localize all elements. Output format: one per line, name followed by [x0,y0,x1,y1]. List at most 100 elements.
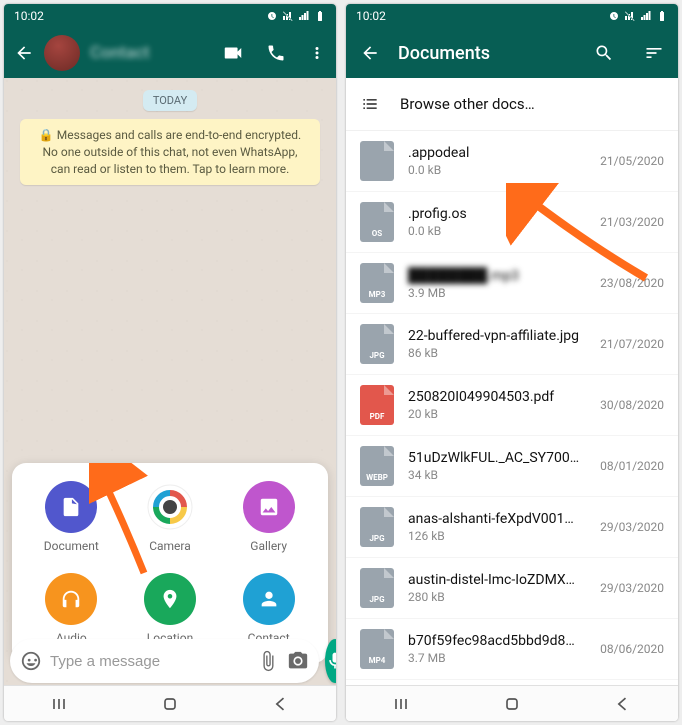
back-button[interactable] [360,43,380,63]
file-meta: 250820I049904503.pdf 20 kB [408,389,580,421]
file-name: .profig.os [408,206,580,222]
message-input-bar [10,639,330,683]
file-date: 21/03/2020 [600,215,664,229]
file-size: 20 kB [408,407,580,421]
attach-gallery[interactable]: Gallery [219,481,318,553]
attach-camera-label: Camera [149,539,191,553]
file-row[interactable]: OS .profig.os 0.0 kB 21/03/2020 [346,192,678,253]
file-size: 3.9 MB [408,286,580,300]
person-icon [258,588,280,610]
file-date: 21/05/2020 [600,154,664,168]
file-date: 30/08/2020 [600,398,664,412]
alarm-icon [266,10,278,22]
home-button[interactable] [160,694,180,714]
attachment-sheet: Document Camera Gallery Audio Location C… [12,463,328,663]
file-name: .appodeal [408,145,580,161]
recents-button[interactable] [391,694,411,714]
alarm-icon [608,10,620,22]
date-pill: TODAY [143,90,197,111]
signal-off-icon [624,10,636,22]
file-size: 34 kB [408,468,580,482]
sort-icon [644,43,664,63]
file-size: 0.0 kB [408,163,580,177]
attach-document-label: Document [44,539,99,553]
avatar[interactable] [44,35,80,71]
video-icon [222,42,244,64]
attach-camera[interactable]: Camera [121,481,220,553]
headphones-icon [60,588,82,610]
signal-icon [640,10,652,22]
file-date: 29/03/2020 [600,581,664,595]
file-meta: austin-distel-Imc-IoZDMXc-unsplash.jpg 2… [408,572,580,604]
file-type-icon: JPG [360,507,394,547]
file-meta: anas-alshanti-feXpdV001o4-unsplash.j… 12… [408,511,580,543]
chat-header: Contact [4,28,336,78]
file-row[interactable]: MP3 ████████.mp3 3.9 MB 23/08/2020 [346,253,678,314]
file-date: 08/01/2020 [600,459,664,473]
camera-small-icon[interactable] [287,650,309,672]
encryption-notice[interactable]: 🔒 Messages and calls are end-to-end encr… [20,119,320,185]
file-size: 3.7 MB [408,651,580,665]
status-bar: 10:02 [4,4,336,28]
location-icon [159,588,181,610]
status-time: 10:02 [356,9,386,23]
contact-name[interactable]: Contact [90,43,200,63]
message-input[interactable] [50,653,249,670]
file-name: 22-buffered-vpn-affiliate.jpg [408,328,580,344]
home-button[interactable] [502,694,522,714]
signal-off-icon [282,10,294,22]
file-row[interactable]: JPG 22-buffered-vpn-affiliate.jpg 86 kB … [346,314,678,375]
page-title: Documents [398,43,576,64]
voice-call-button[interactable] [266,43,286,63]
file-name: austin-distel-Imc-IoZDMXc-unsplash.jpg [408,572,580,588]
file-row[interactable]: PDF 250820I049904503.pdf 20 kB 30/08/202… [346,375,678,436]
file-type-icon: WEBP [360,446,394,486]
camera-icon [147,484,193,530]
status-bar: 10:02 [346,4,678,28]
document-icon [60,496,82,518]
file-row[interactable]: JPG anas-alshanti-feXpdV001o4-unsplash.j… [346,497,678,558]
file-date: 21/07/2020 [600,337,664,351]
back-arrow-icon [14,43,34,63]
file-row[interactable]: JPG austin-distel-Imc-IoZDMXc-unsplash.j… [346,558,678,619]
file-row[interactable]: WEBP 51uDzWlkFUL._AC_SY700_ML1_FMwe… 34 … [346,436,678,497]
video-call-button[interactable] [222,42,244,64]
browse-label: Browse other docs… [400,95,535,113]
file-type-icon: JPG [360,568,394,608]
list-icon [360,94,380,114]
file-type-icon: MP4 [360,629,394,669]
phone-documents: 10:02 Documents Browse other docs… .appo… [346,4,678,721]
attach-contact[interactable]: Contact [219,573,318,645]
back-nav-button[interactable] [271,694,291,714]
status-time: 10:02 [14,9,44,23]
android-navbar [346,685,678,721]
more-button[interactable] [308,44,326,62]
file-row[interactable]: MP4 b70f59fec98acd5bbd9d8549f8720de… 3.7… [346,619,678,680]
search-button[interactable] [594,43,614,63]
attach-location[interactable]: Location [121,573,220,645]
back-button[interactable] [14,43,34,63]
browse-other-docs[interactable]: Browse other docs… [346,78,678,131]
recents-button[interactable] [49,694,69,714]
phone-chat: 10:02 Contact TODAY 🔒 Messages and calls… [4,4,336,721]
back-nav-button[interactable] [613,694,633,714]
file-date: 29/03/2020 [600,520,664,534]
file-name: 250820I049904503.pdf [408,389,580,405]
battery-icon [656,10,668,22]
file-meta: .appodeal 0.0 kB [408,145,580,177]
signal-icon [298,10,310,22]
file-row[interactable]: .appodeal 0.0 kB 21/05/2020 [346,131,678,192]
chat-body: TODAY 🔒 Messages and calls are end-to-en… [4,78,336,721]
documents-list[interactable]: Browse other docs… .appodeal 0.0 kB 21/0… [346,78,678,721]
attach-icon[interactable] [257,650,279,672]
attach-audio[interactable]: Audio [22,573,121,645]
sort-button[interactable] [644,43,664,63]
mic-button[interactable] [325,639,336,683]
file-name: 51uDzWlkFUL._AC_SY700_ML1_FMwe… [408,450,580,466]
file-type-icon [360,141,394,181]
file-meta: 51uDzWlkFUL._AC_SY700_ML1_FMwe… 34 kB [408,450,580,482]
emoji-icon[interactable] [20,650,42,672]
phone-icon [266,43,286,63]
more-vert-icon [308,44,326,62]
attach-document[interactable]: Document [22,481,121,553]
